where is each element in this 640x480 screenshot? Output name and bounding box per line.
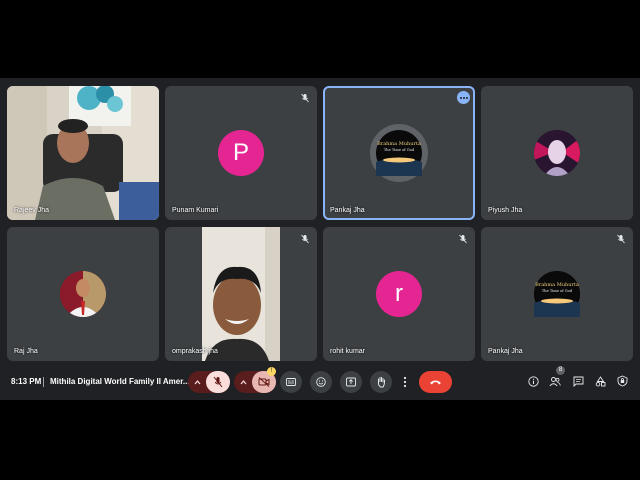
leave-call-button[interactable]: [419, 371, 452, 393]
avatar: r: [376, 271, 422, 317]
video-grid: Rajeev Jha P Punam Kumari Brahma Muhurta…: [0, 78, 640, 400]
avatar-text-1: Brahma Muhurta: [377, 141, 421, 147]
present-screen-button[interactable]: [340, 371, 362, 393]
mic-toggle-button[interactable]: [206, 371, 230, 393]
mic-off-icon: [301, 93, 309, 103]
activities-icon[interactable]: [595, 376, 606, 387]
mic-off-icon: [617, 234, 625, 244]
participant-name: Punam Kumari: [172, 207, 219, 214]
avatar: [534, 130, 580, 176]
captions-icon: [286, 378, 296, 386]
meeting-title: Mithila Digital World Family II Amer...: [50, 377, 190, 386]
people-icon[interactable]: [549, 376, 561, 387]
chevron-up-icon[interactable]: [194, 379, 201, 385]
participant-name: Raj Jha: [14, 348, 38, 355]
participant-name: Pankaj Jha: [330, 207, 365, 214]
participant-video: [7, 86, 159, 220]
avatar: P: [218, 130, 264, 176]
hand-icon: [377, 377, 385, 388]
participant-tile-piyush-jha[interactable]: Piyush Jha: [481, 86, 633, 220]
more-options-icon[interactable]: [457, 91, 470, 104]
participant-tile-omprakash-jha[interactable]: omprakash jha: [165, 227, 317, 361]
avatar-letter: P: [232, 139, 249, 166]
participant-name: Pankaj Jha: [488, 348, 523, 355]
chat-icon[interactable]: [573, 376, 584, 387]
more-vert-icon: [403, 376, 407, 388]
avatar-image: [534, 130, 580, 176]
avatar-ring: Brahma Muhurta The Time of God: [370, 124, 428, 182]
participant-tile-rohit-kumar[interactable]: r rohit kumar: [323, 227, 475, 361]
mic-off-icon: [301, 234, 309, 244]
divider: [43, 377, 44, 387]
captions-button[interactable]: [280, 371, 302, 393]
participants-count-badge: 8: [556, 366, 565, 375]
participant-video: [165, 227, 317, 361]
avatar-text-2: The Time of God: [384, 148, 415, 152]
camera-control-group: !: [234, 367, 276, 393]
avatar-image: Brahma Muhurta The Time of God: [534, 271, 580, 317]
mic-off-icon: [213, 376, 223, 388]
info-icon[interactable]: [528, 376, 539, 387]
participant-tile-pankaj-jha-active[interactable]: Brahma Muhurta The Time of God Pankaj Jh…: [323, 86, 475, 220]
participant-tile-pankaj-jha[interactable]: Brahma Muhurta The Time of God Pankaj Jh…: [481, 227, 633, 361]
hang-up-icon: [430, 380, 441, 385]
reactions-button[interactable]: [310, 371, 332, 393]
meeting-time: 8:13 PM: [11, 377, 42, 386]
camera-off-icon: [258, 377, 270, 387]
avatar: [60, 271, 106, 317]
avatar-image: Brahma Muhurta The Time of God: [376, 130, 422, 176]
present-icon: [346, 377, 356, 387]
participant-name: omprakash jha: [172, 348, 218, 355]
participant-tile-punam-kumari[interactable]: P Punam Kumari: [165, 86, 317, 220]
avatar-image: [60, 271, 106, 317]
participant-tile-rajeev-jha[interactable]: Rajeev Jha: [7, 86, 159, 220]
avatar-letter: r: [395, 280, 403, 307]
avatar-text-1: Brahma Muhurta: [535, 282, 579, 288]
participant-name: Piyush Jha: [488, 207, 523, 214]
participant-tile-raj-jha[interactable]: Raj Jha: [7, 227, 159, 361]
avatar-text-2: The Time of God: [542, 289, 573, 293]
more-options-button[interactable]: [398, 371, 412, 393]
participant-name: rohit kumar: [330, 348, 366, 355]
chevron-up-icon[interactable]: [240, 379, 247, 385]
host-controls-icon[interactable]: [617, 375, 628, 387]
mic-control-group: [188, 371, 230, 393]
avatar: Brahma Muhurta The Time of God: [534, 271, 580, 317]
emoji-icon: [316, 377, 326, 387]
mic-off-icon: [459, 234, 467, 244]
warning-badge: !: [267, 367, 276, 376]
participant-name: Rajeev Jha: [14, 207, 50, 214]
raise-hand-button[interactable]: [370, 371, 392, 393]
